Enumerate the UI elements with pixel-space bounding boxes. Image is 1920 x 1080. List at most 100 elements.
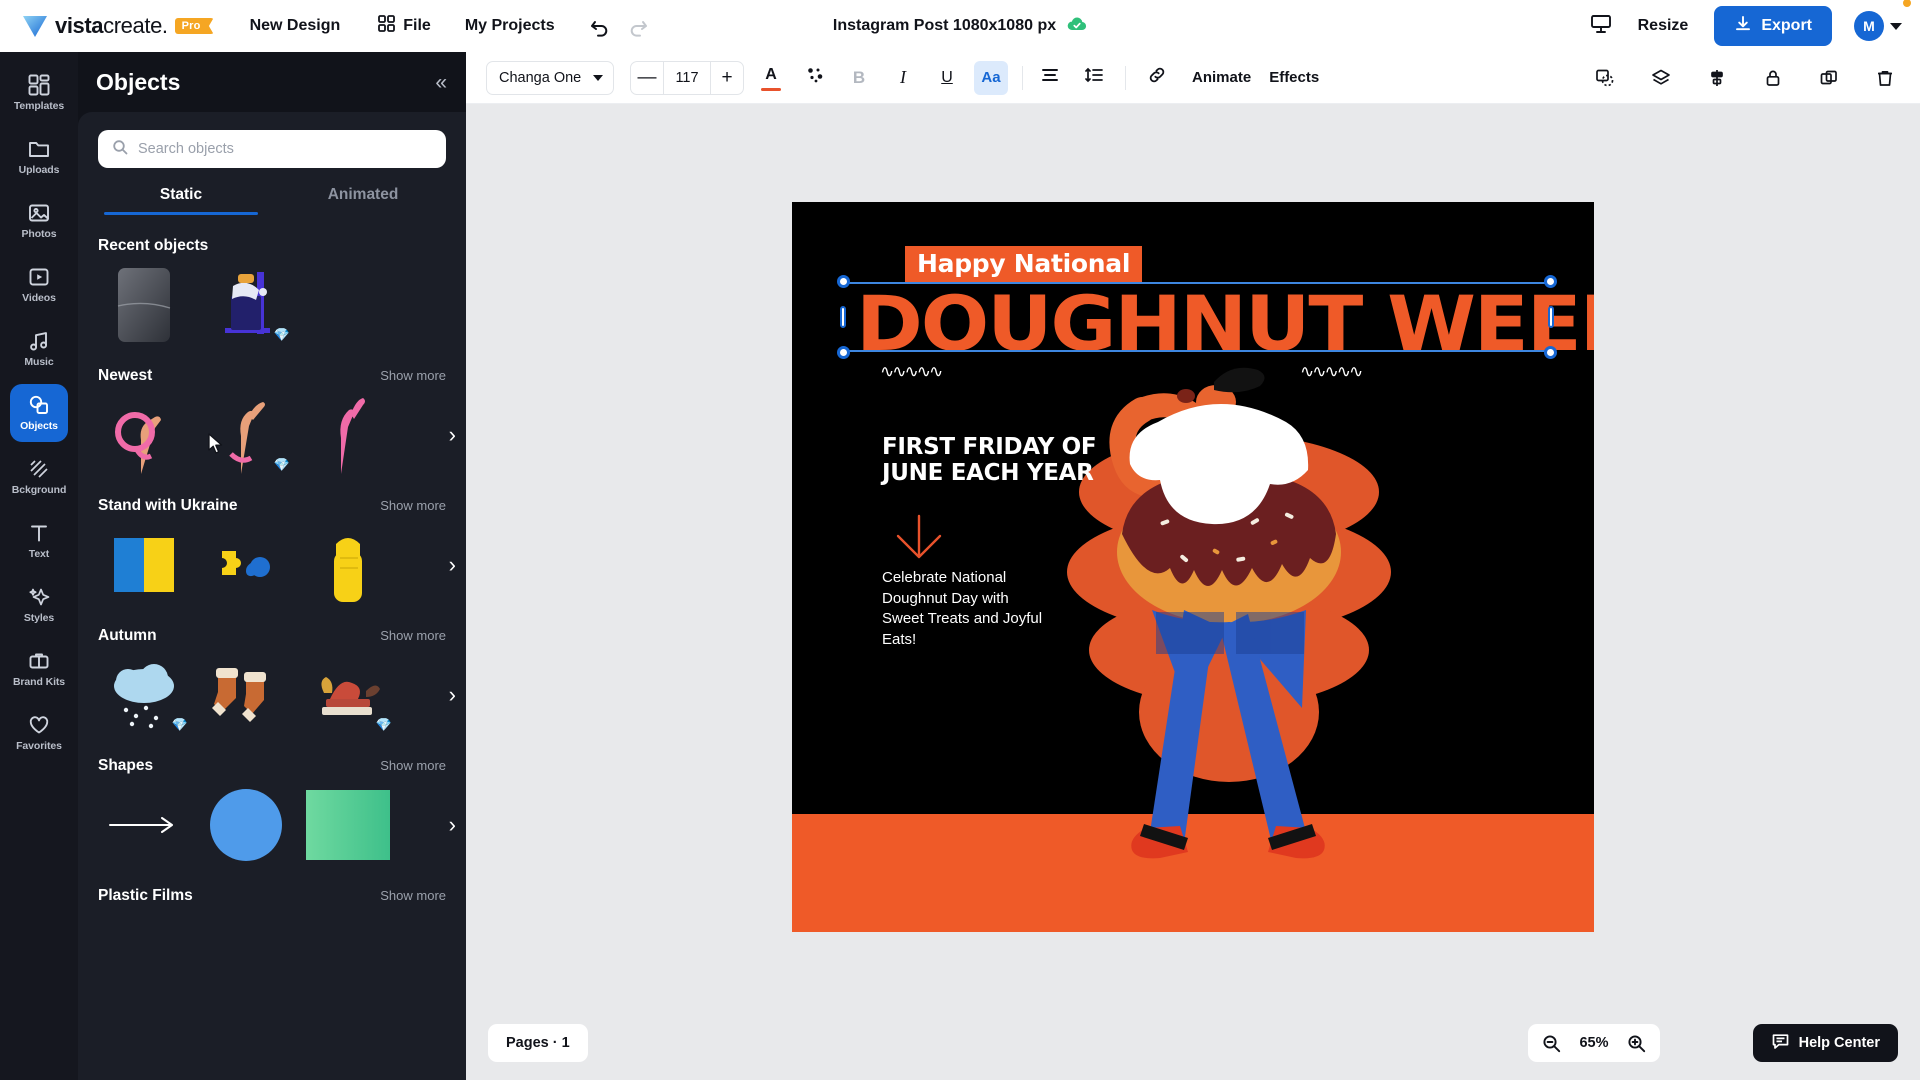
font-family-select[interactable]: Changa One <box>486 60 614 95</box>
text-align-button[interactable] <box>1033 61 1067 95</box>
present-icon[interactable] <box>1590 14 1612 39</box>
canvas-body-text[interactable]: Celebrate National Doughnut Day with Swe… <box>882 568 1052 651</box>
canvas-workspace[interactable]: Happy National DOUGHNUT WEEK ∿∿∿∿∿ ∿∿∿∿∿… <box>466 104 1920 1080</box>
design-canvas[interactable]: Happy National DOUGHNUT WEEK ∿∿∿∿∿ ∿∿∿∿∿… <box>792 202 1594 932</box>
user-menu[interactable]: M <box>1854 0 1911 41</box>
object-tile[interactable] <box>302 395 394 475</box>
objects-scroll-area[interactable]: Recent objects 💎 Newest Show more 💎 › St… <box>78 215 466 1080</box>
export-button[interactable]: Export <box>1714 6 1832 46</box>
new-design-button[interactable]: New Design <box>250 17 341 35</box>
font-size-increase-button[interactable]: + <box>711 62 743 94</box>
object-row-shapes: › <box>98 785 456 865</box>
file-menu-button[interactable]: File <box>378 15 431 37</box>
effects-button[interactable]: Effects <box>1269 69 1319 86</box>
tab-animated[interactable]: Animated <box>272 186 454 215</box>
text-case-button[interactable]: Aa <box>974 60 1008 95</box>
bold-button[interactable]: B <box>842 61 876 95</box>
line-spacing-button[interactable] <box>1077 61 1111 95</box>
text-t-icon <box>28 522 50 544</box>
sidebar-item-videos[interactable]: Videos <box>10 256 68 314</box>
align-objects-icon[interactable] <box>1700 61 1734 95</box>
pages-button[interactable]: Pages · 1 <box>488 1024 588 1062</box>
canvas-arrow-down-icon[interactable] <box>892 514 946 565</box>
sidebar-item-templates[interactable]: Templates <box>10 64 68 122</box>
my-projects-button[interactable]: My Projects <box>465 17 555 35</box>
italic-button[interactable]: I <box>886 61 920 95</box>
show-more-link[interactable]: Show more <box>380 758 446 773</box>
sidebar-item-objects[interactable]: Objects <box>10 384 68 442</box>
lock-icon[interactable] <box>1756 61 1790 95</box>
object-tile[interactable] <box>98 395 190 475</box>
object-tile-gradient-square[interactable] <box>302 785 394 865</box>
sidebar-item-photos[interactable]: Photos <box>10 192 68 250</box>
sidebar-item-brand-kits[interactable]: Brand Kits <box>10 640 68 698</box>
selection-handle-bottom-right[interactable] <box>1544 346 1557 359</box>
selection-handle-left[interactable] <box>840 306 846 328</box>
zoom-controls: 65% <box>1528 1024 1660 1062</box>
sidebar-item-background[interactable]: Bckground <box>10 448 68 506</box>
duplicate-icon[interactable] <box>1812 61 1846 95</box>
scroll-right-chevron-icon[interactable]: › <box>449 812 456 838</box>
chevron-double-left-icon[interactable]: « <box>435 72 447 93</box>
object-tile[interactable]: 💎 <box>302 655 394 735</box>
show-more-link[interactable]: Show more <box>380 888 446 903</box>
scroll-right-chevron-icon[interactable]: › <box>449 552 456 578</box>
scroll-right-chevron-icon[interactable]: › <box>449 682 456 708</box>
layers-icon[interactable] <box>1644 61 1678 95</box>
section-title: Plastic Films <box>98 887 193 904</box>
animate-button[interactable]: Animate <box>1192 69 1251 86</box>
selection-handle-bottom-left[interactable] <box>837 346 850 359</box>
underline-button[interactable]: U <box>930 61 964 95</box>
export-label: Export <box>1761 17 1812 34</box>
mask-icon[interactable] <box>1588 61 1622 95</box>
search-box[interactable] <box>98 130 446 168</box>
object-tile[interactable] <box>302 525 394 605</box>
object-tile[interactable] <box>98 525 190 605</box>
briefcase-icon <box>28 650 50 672</box>
selection-handle-top-left[interactable] <box>837 275 850 288</box>
panel-header: Objects « <box>78 52 466 112</box>
scroll-right-chevron-icon[interactable]: › <box>449 422 456 448</box>
brand-logo[interactable]: vistacreate. Pro <box>22 13 214 39</box>
object-tile[interactable] <box>200 655 292 735</box>
sidebar-item-uploads[interactable]: Uploads <box>10 128 68 186</box>
sidebar-item-music[interactable]: Music <box>10 320 68 378</box>
tab-static[interactable]: Static <box>90 186 272 215</box>
search-input[interactable] <box>138 141 432 157</box>
object-tile-circle[interactable] <box>200 785 292 865</box>
show-more-link[interactable]: Show more <box>380 628 446 643</box>
font-size-decrease-button[interactable]: — <box>631 62 663 94</box>
section-title: Autumn <box>98 627 157 644</box>
sidebar-item-styles[interactable]: Styles <box>10 576 68 634</box>
font-size-value[interactable]: 117 <box>663 61 711 94</box>
zoom-level-value[interactable]: 65% <box>1575 1035 1613 1051</box>
canvas-subtitle[interactable]: FIRST FRIDAY OF JUNE EACH YEAR <box>882 434 1097 486</box>
object-tile[interactable] <box>98 265 190 345</box>
delete-icon[interactable] <box>1868 61 1902 95</box>
show-more-link[interactable]: Show more <box>380 368 446 383</box>
object-tile-arrow[interactable] <box>98 785 190 865</box>
document-title-text: Instagram Post 1080x1080 px <box>832 17 1057 34</box>
show-more-link[interactable]: Show more <box>380 498 446 513</box>
highlight-color-button[interactable] <box>798 61 832 95</box>
undo-icon[interactable] <box>589 16 610 37</box>
link-button[interactable] <box>1140 61 1174 95</box>
help-center-button[interactable]: Help Center <box>1752 1024 1898 1062</box>
zoom-in-icon[interactable] <box>1627 1034 1646 1053</box>
redo-icon[interactable] <box>628 16 649 37</box>
selection-frame[interactable] <box>837 275 1557 359</box>
zoom-out-icon[interactable] <box>1542 1034 1561 1053</box>
object-tile[interactable]: 💎 <box>98 655 190 735</box>
doughnut-character-illustration[interactable] <box>1064 362 1394 922</box>
grid-icon <box>28 74 50 96</box>
sidebar-item-favorites[interactable]: Favorites <box>10 704 68 762</box>
object-tile[interactable]: 💎 <box>200 265 292 345</box>
object-tile[interactable]: 💎 <box>200 395 292 475</box>
resize-button[interactable]: Resize <box>1638 17 1689 35</box>
document-title[interactable]: Instagram Post 1080x1080 px <box>833 16 1087 37</box>
selection-handle-top-right[interactable] <box>1544 275 1557 288</box>
text-color-button[interactable]: A <box>754 61 788 95</box>
object-tile[interactable] <box>200 525 292 605</box>
selection-handle-right[interactable] <box>1548 306 1554 328</box>
sidebar-item-text[interactable]: Text <box>10 512 68 570</box>
